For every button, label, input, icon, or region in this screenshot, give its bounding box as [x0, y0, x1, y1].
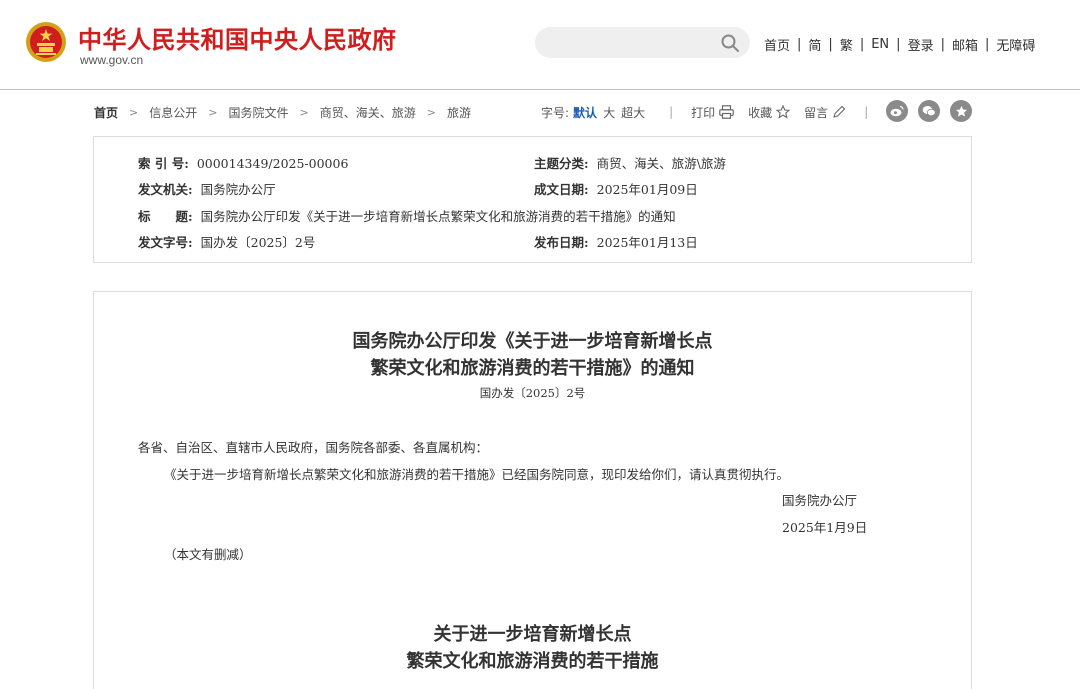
- breadcrumb-tourism[interactable]: 旅游: [447, 104, 471, 121]
- font-size-default[interactable]: 默认: [573, 104, 597, 121]
- document-number: 国办发〔2025〕2号: [479, 386, 586, 400]
- pencil-icon: [833, 105, 846, 118]
- comment-button[interactable]: 留言: [804, 104, 846, 121]
- issuer-label: 发文机关:: [138, 182, 193, 197]
- nav-accessibility[interactable]: 无障碍: [996, 35, 1035, 54]
- font-size-extra-large[interactable]: 超大: [621, 104, 645, 121]
- nav-mail[interactable]: 邮箱: [952, 35, 978, 54]
- doc-number-label: 发文字号:: [138, 235, 193, 250]
- document-metadata: 索 引 号: 000014349/2025-00006 主题分类: 商贸、海关、旅游…: [93, 136, 972, 263]
- wechat-icon[interactable]: [918, 100, 940, 122]
- breadcrumb-info-public[interactable]: 信息公开: [149, 104, 197, 121]
- star-outline-icon: [776, 105, 791, 119]
- category-row: 主题分类: 商贸、海关、旅游\旅游: [534, 153, 726, 172]
- body-paragraph: 《关于进一步培育新增长点繁荣文化和旅游消费的若干措施》已经国务院同意，现印发给你…: [164, 467, 790, 482]
- written-date-row: 成文日期: 2025年01月09日: [534, 179, 698, 198]
- document-title-line2: 繁荣文化和旅游消费的若干措施》的通知: [370, 358, 695, 379]
- search-icon[interactable]: [720, 33, 740, 53]
- deletion-note: （本文有删减）: [164, 547, 252, 562]
- nav-separator: |: [859, 36, 865, 52]
- breadcrumb-home[interactable]: 首页: [94, 104, 118, 121]
- measures-title-line1: 关于进一步培育新增长点: [433, 624, 632, 645]
- share-group: [886, 100, 972, 122]
- nav-simplified[interactable]: 简: [808, 35, 821, 54]
- nav-home[interactable]: 首页: [764, 35, 790, 54]
- doc-number-row: 发文字号: 国办发〔2025〕2号: [138, 232, 315, 251]
- weibo-icon[interactable]: [886, 100, 908, 122]
- publish-date-label: 发布日期:: [534, 235, 589, 250]
- toolbar-divider: |: [669, 105, 674, 119]
- star-icon[interactable]: [950, 100, 972, 122]
- national-emblem-icon[interactable]: [24, 20, 68, 64]
- issuer-value: 国务院办公厅: [200, 182, 276, 197]
- nav-separator: |: [828, 36, 833, 52]
- nav-separator: |: [797, 36, 802, 52]
- title-value: 国务院办公厅印发《关于进一步培育新增长点繁荣文化和旅游消费的若干措施》的通知: [200, 209, 676, 224]
- nav-separator: |: [984, 36, 990, 52]
- category-value: 商贸、海关、旅游\旅游: [596, 156, 726, 171]
- font-size-large[interactable]: 大: [603, 104, 615, 121]
- measures-title-line2: 繁荣文化和旅游消费的若干措施: [406, 651, 659, 672]
- font-size-label: 字号:: [541, 105, 570, 120]
- written-date-label: 成文日期:: [534, 182, 589, 197]
- site-name[interactable]: 中华人民共和国中央人民政府: [78, 20, 397, 55]
- print-button[interactable]: 打印: [691, 104, 734, 121]
- doc-number-value: 国办发〔2025〕2号: [200, 235, 316, 250]
- sign-date: 2025年1月9日: [782, 520, 868, 535]
- breadcrumb-arrow-icon: >: [129, 105, 139, 119]
- printer-icon: [719, 105, 734, 119]
- index-row: 索 引 号: 000014349/2025-00006: [138, 153, 348, 172]
- toolbar-divider: |: [864, 105, 869, 119]
- signer: 国务院办公厅: [782, 493, 858, 508]
- title-label: 标 题:: [138, 209, 193, 224]
- site-url[interactable]: www.gov.cn: [80, 53, 143, 67]
- breadcrumb-state-council-docs[interactable]: 国务院文件: [228, 104, 288, 121]
- breadcrumb-arrow-icon: >: [208, 105, 218, 119]
- nav-separator: |: [940, 36, 945, 52]
- breadcrumb-arrow-icon: >: [426, 105, 436, 119]
- issuer-row: 发文机关: 国务院办公厅: [138, 179, 276, 198]
- nav-login[interactable]: 登录: [908, 35, 934, 54]
- salutation: 各省、自治区、直辖市人民政府，国务院各部委、各直属机构：: [138, 440, 489, 455]
- publish-date-row: 发布日期: 2025年01月13日: [534, 232, 698, 251]
- breadcrumb-trade-customs-tourism[interactable]: 商贸、海关、旅游: [320, 104, 416, 121]
- title-row: 标 题: 国务院办公厅印发《关于进一步培育新增长点繁荣文化和旅游消费的若干措施》的…: [138, 206, 676, 225]
- top-nav: 首页 | 简 | 繁 | EN | 登录 | 邮箱 | 无障碍: [764, 34, 1035, 54]
- document-title-line1: 国务院办公厅印发《关于进一步培育新增长点: [352, 331, 713, 352]
- search-input[interactable]: [535, 27, 750, 58]
- print-label: 打印: [691, 105, 716, 120]
- publish-date-value: 2025年01月13日: [596, 235, 698, 250]
- favorite-button[interactable]: 收藏: [748, 104, 791, 121]
- breadcrumb-arrow-icon: >: [299, 105, 309, 119]
- category-label: 主题分类:: [534, 156, 589, 171]
- comment-label: 留言: [804, 105, 829, 120]
- index-label: 索 引 号:: [138, 156, 189, 171]
- site-header: 中华人民共和国中央人民政府 www.gov.cn 首页 | 简 | 繁 | EN…: [0, 0, 1080, 90]
- page-toolbar: 字号: 默认 大 超大 | 打印 收藏 留言 |: [541, 102, 886, 122]
- nav-traditional[interactable]: 繁: [840, 35, 853, 54]
- nav-separator: |: [896, 36, 901, 52]
- document-body: 国务院办公厅印发《关于进一步培育新增长点 繁荣文化和旅游消费的若干措施》的通知 …: [93, 291, 972, 689]
- written-date-value: 2025年01月09日: [596, 182, 698, 197]
- index-value: 000014349/2025-00006: [196, 156, 349, 171]
- nav-english[interactable]: EN: [871, 37, 889, 52]
- favorite-label: 收藏: [748, 105, 773, 120]
- breadcrumb: 首页 > 信息公开 > 国务院文件 > 商贸、海关、旅游 > 旅游: [94, 103, 471, 121]
